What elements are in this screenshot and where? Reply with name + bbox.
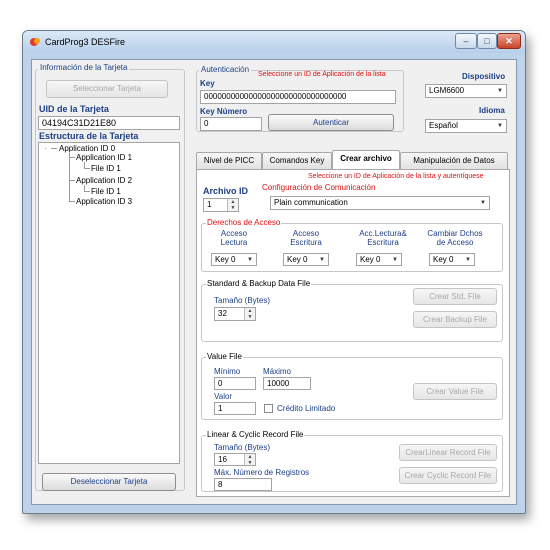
tab-data-manipulation[interactable]: Manipulación de Datos <box>400 152 508 169</box>
comm-config-label: Configuración de Comunicación <box>262 183 376 192</box>
create-linear-record-button[interactable]: CrearLinear Record File <box>399 444 497 461</box>
title-bar: CardProg3 DESFire – □ ✕ <box>23 31 525 53</box>
create-value-file-button[interactable]: Crear Value File <box>413 383 497 400</box>
window-title: CardProg3 DESFire <box>45 37 126 47</box>
std-size-spinner[interactable]: 32 ▲ ▼ <box>214 307 256 321</box>
device-value: LGM6600 <box>429 86 465 95</box>
value-file-label: Value File <box>206 352 243 361</box>
chevron-down-icon: ▼ <box>392 257 398 263</box>
limited-credit-checkbox[interactable] <box>264 404 273 413</box>
access-change-header: Cambiar Dchos de Acceso <box>427 229 483 247</box>
file-id-spinner[interactable]: 1 ▲ ▼ <box>203 198 239 212</box>
spinner-arrows-icon[interactable]: ▲ ▼ <box>227 199 238 211</box>
limited-credit-label: Crédito Limitado <box>277 404 336 413</box>
create-cyclic-record-button[interactable]: Crear Cyclic Record File <box>399 467 497 484</box>
comm-config-dropdown[interactable]: Plain communication ▼ <box>270 196 490 210</box>
language-label: Idioma <box>479 106 505 115</box>
close-button[interactable]: ✕ <box>497 33 521 49</box>
value-field[interactable]: 1 <box>214 402 256 415</box>
tab-create-file[interactable]: Crear archivo <box>332 150 400 169</box>
access-read-header: Acceso Lectura <box>220 229 248 247</box>
spinner-arrows-icon[interactable]: ▲ ▼ <box>244 454 255 465</box>
access-readwrite-dropdown[interactable]: Key 0 ▼ <box>356 253 402 266</box>
key-number-field[interactable]: 0 <box>200 117 262 131</box>
maximize-button[interactable]: □ <box>477 33 497 49</box>
comm-config-value: Plain communication <box>274 198 348 207</box>
tree-item[interactable]: Application ID 0 <box>59 144 115 153</box>
access-change-dropdown[interactable]: Key 0 ▼ <box>429 253 475 266</box>
record-max-field[interactable]: 8 <box>214 478 272 491</box>
deselect-card-button[interactable]: Deseleccionar Tarjeta <box>42 473 176 491</box>
chevron-down-icon: ▼ <box>497 88 503 94</box>
tree-item[interactable]: Application ID 1 <box>76 153 132 162</box>
chevron-down-icon: ▼ <box>247 257 253 263</box>
create-file-panel: Seleccione un ID de Aplicación de la lis… <box>196 169 510 497</box>
create-warning: Seleccione un ID de Aplicación de la lis… <box>308 173 484 180</box>
record-size-label: Tamaño (Bytes) <box>214 443 271 452</box>
max-label: Máximo <box>263 367 292 376</box>
file-id-label: Archivo ID <box>203 186 249 196</box>
select-card-button[interactable]: Seleccionar Tarjeta <box>46 80 168 98</box>
tree-item[interactable]: Application ID 2 <box>76 176 132 185</box>
record-max-label: Máx. Número de Registros <box>214 468 310 477</box>
tree-item[interactable]: Application ID 3 <box>76 197 132 206</box>
chevron-down-icon: ▼ <box>497 123 503 129</box>
auth-warning: Seleccione un ID de Aplicación de la lis… <box>258 71 386 78</box>
tab-key-commands[interactable]: Comandos Key <box>262 152 332 169</box>
uid-label: UID de la Tarjeta <box>39 104 109 114</box>
language-value: Español <box>429 121 458 130</box>
min-label: Mínimo <box>214 367 241 376</box>
key-number-label: Key Número <box>200 107 248 116</box>
key-field[interactable]: 00000000000000000000000000000000 <box>200 90 396 104</box>
chevron-down-icon: ▼ <box>480 200 486 206</box>
app-window: CardProg3 DESFire – □ ✕ Información de l… <box>22 30 526 514</box>
std-backup-label: Standard & Backup Data File <box>206 279 312 288</box>
chevron-down-icon: ▼ <box>465 257 471 263</box>
structure-label: Estructura de la Tarjeta <box>39 131 139 141</box>
tab-picc-level[interactable]: Nivel de PICC <box>196 152 262 169</box>
language-dropdown[interactable]: Español ▼ <box>425 119 507 133</box>
access-write-dropdown[interactable]: Key 0 ▼ <box>283 253 329 266</box>
access-read-dropdown[interactable]: Key 0 ▼ <box>211 253 257 266</box>
tree-item[interactable]: File ID 1 <box>91 164 121 173</box>
tree-item[interactable]: File ID 1 <box>91 187 121 196</box>
access-readwrite-header: Acc.Lectura& Escritura <box>359 229 407 247</box>
client-area: Información de la Tarjeta Seleccionar Ta… <box>31 59 517 505</box>
record-file-label: Linear & Cyclic Record File <box>206 430 305 439</box>
access-rights-label: Derechos de Acceso <box>206 218 282 227</box>
std-size-label: Tamaño (Bytes) <box>214 296 271 305</box>
max-field[interactable]: 10000 <box>263 377 311 390</box>
auth-label: Autenticación <box>199 65 252 74</box>
minimize-button[interactable]: – <box>455 33 477 49</box>
card-info-label: Información de la Tarjeta <box>38 63 130 72</box>
record-size-spinner[interactable]: 16 ▲ ▼ <box>214 453 256 466</box>
device-label: Dispositivo <box>462 72 506 81</box>
device-dropdown[interactable]: LGM6600 ▼ <box>425 84 507 98</box>
create-std-file-button[interactable]: Crear Std. File <box>413 288 497 305</box>
uid-field[interactable]: 04194C31D21E80 <box>38 116 180 130</box>
create-backup-file-button[interactable]: Crear Backup File <box>413 311 497 328</box>
key-label: Key <box>200 79 215 88</box>
spinner-arrows-icon[interactable]: ▲ ▼ <box>244 308 255 320</box>
file-id-value: 1 <box>207 200 212 209</box>
access-write-header: Acceso Escritura <box>290 229 322 247</box>
app-icon <box>30 38 40 46</box>
value-label: Valor <box>214 392 233 401</box>
card-structure-tree[interactable]: Application ID 0 Application ID 1 File I… <box>38 142 180 464</box>
min-field[interactable]: 0 <box>214 377 256 390</box>
authenticate-button[interactable]: Autenticar <box>268 114 394 131</box>
chevron-down-icon: ▼ <box>319 257 325 263</box>
